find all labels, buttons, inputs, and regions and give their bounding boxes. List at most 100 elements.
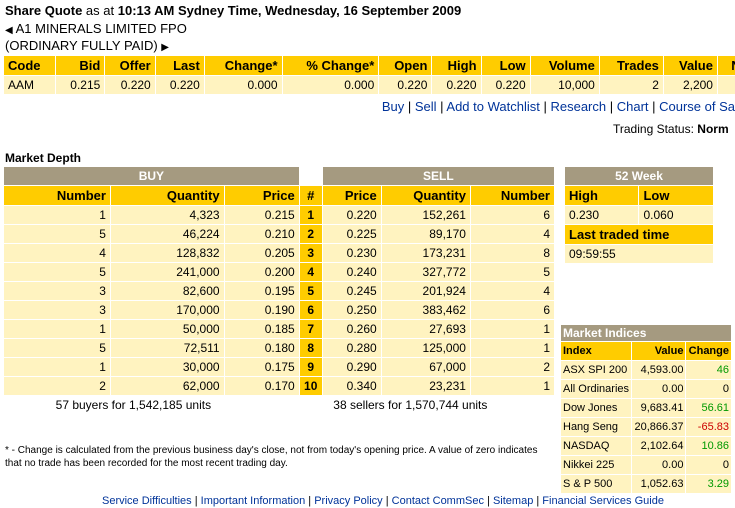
footer-separator: | — [191, 495, 201, 507]
market-indices-table: Market Indices Index Value Change ASX SPI … — [559, 324, 732, 494]
index-row: ASX SPI 200 4,593.00 46 — [559, 360, 732, 380]
link-separator: | — [648, 99, 660, 114]
action-link[interactable]: Course of Sa — [659, 99, 735, 114]
depth-cell: 0.170 — [223, 376, 300, 396]
quote-data-row: AAM 0.215 0.220 0.220 0.000 0.000 0.220 0.220 0.… — [2, 75, 735, 95]
quote-cell: 0.000 — [281, 75, 380, 95]
depth-cell: 4 — [469, 224, 556, 244]
footer-link[interactable]: Service Difficulties — [102, 495, 192, 507]
footer-link[interactable]: Privacy Policy — [314, 495, 382, 507]
next-arrow-icon[interactable]: ▶ — [161, 42, 169, 53]
week52-title: 52 Week — [564, 166, 714, 186]
action-link[interactable]: Sell — [415, 99, 437, 114]
depth-cell: 23,231 — [380, 376, 471, 396]
previous-arrow-icon[interactable]: ◀ — [5, 25, 13, 36]
index-name: Hang Seng — [559, 417, 633, 437]
depth-cell: 4,323 — [109, 205, 225, 225]
quote-cell: 0.220 — [431, 75, 482, 95]
index-change: 46 — [685, 360, 732, 380]
depth-cell: 0.205 — [223, 243, 300, 263]
depth-row: 3 82,600 0.195 5 0.245 201,924 4 — [3, 281, 556, 301]
depth-cell: 82,600 — [109, 281, 225, 301]
footer-separator: | — [305, 495, 315, 507]
depth-header-cell: Price — [321, 185, 382, 206]
action-link[interactable]: Add to Watchlist — [446, 99, 539, 114]
depth-cell: 0.195 — [223, 281, 300, 301]
quote-header-cell: Open — [378, 55, 433, 76]
depth-cell: 0.280 — [321, 338, 382, 358]
depth-cell: 125,000 — [380, 338, 471, 358]
depth-cell: 0.290 — [321, 357, 382, 377]
index-value: 0.00 — [631, 455, 687, 475]
indices-body: ASX SPI 200 4,593.00 46 All Ordinaries 0.00 0… — [559, 360, 732, 494]
depth-cell: 4 — [3, 243, 111, 263]
depth-cell: 8 — [469, 243, 556, 263]
quote-cell — [716, 75, 735, 95]
depth-level: 8 — [298, 338, 323, 358]
depth-cell: 6 — [469, 300, 556, 320]
depth-level: 10 — [298, 376, 323, 396]
index-name: NASDAQ — [559, 436, 633, 456]
depth-header-cell: Price — [223, 185, 300, 206]
depth-row: 1 30,000 0.175 9 0.290 67,000 2 — [3, 357, 556, 377]
depth-row: 5 72,511 0.180 8 0.280 125,000 1 — [3, 338, 556, 358]
depth-cell: 89,170 — [380, 224, 471, 244]
depth-cell: 0.260 — [321, 319, 382, 339]
index-row: NASDAQ 2,102.64 10.86 — [559, 436, 732, 456]
sell-group-label: SELL — [321, 166, 556, 186]
depth-row: 3 170,000 0.190 6 0.250 383,462 6 — [3, 300, 556, 320]
depth-row: 5 46,224 0.210 2 0.225 89,170 4 — [3, 224, 556, 244]
index-row: Dow Jones 9,683.41 56.61 — [559, 398, 732, 418]
depth-cell: 1 — [3, 319, 111, 339]
footer-link[interactable]: Important Information — [201, 495, 306, 507]
action-link[interactable]: Research — [550, 99, 606, 114]
action-link[interactable]: Chart — [617, 99, 649, 114]
depth-row: 2 62,000 0.170 10 0.340 23,231 1 — [3, 376, 556, 396]
depth-cell: 327,772 — [380, 262, 471, 282]
index-name: All Ordinaries — [559, 379, 633, 399]
quote-header-cell: Low — [480, 55, 531, 76]
action-link[interactable]: Buy — [382, 99, 404, 114]
week52-high: 0.230 — [563, 205, 640, 225]
security-type: (ORDINARY FULLY PAID) — [5, 38, 158, 53]
depth-cell: 152,261 — [380, 205, 471, 225]
depth-cell: 0.220 — [321, 205, 382, 225]
market-depth-title: Market Depth — [5, 151, 82, 165]
market-depth-table: BUY SELL Number Quantity Price # Price Quanti… — [3, 166, 556, 415]
footer-link[interactable]: Sitemap — [493, 495, 533, 507]
depth-cell: 0.190 — [223, 300, 300, 320]
footer-link[interactable]: Financial Services Guide — [542, 495, 664, 507]
link-separator: | — [436, 99, 447, 114]
depth-row: 1 50,000 0.185 7 0.260 27,693 1 — [3, 319, 556, 339]
link-separator: | — [404, 99, 415, 114]
depth-cell: 46,224 — [109, 224, 225, 244]
index-change: 10.86 — [685, 436, 732, 456]
index-name: Nikkei 225 — [559, 455, 633, 475]
security-name: A1 MINERALS LIMITED FPO — [15, 21, 187, 36]
quote-header-row: Code Bid Offer Last Change*% Change* Open High… — [2, 55, 735, 76]
depth-cell: 1 — [3, 357, 111, 377]
trading-status-value: Norm — [697, 122, 729, 136]
week52-low-label: Low — [638, 185, 714, 206]
quote-cell: 2 — [598, 75, 664, 95]
quote-cell: 0.220 — [480, 75, 531, 95]
depth-cell: 241,000 — [109, 262, 225, 282]
quote-cell: 10,000 — [529, 75, 600, 95]
depth-header-cell: Quantity — [380, 185, 471, 206]
action-links: Buy | Sell | Add to Watchlist | Research… — [382, 99, 735, 114]
index-name: S & P 500 — [559, 474, 633, 494]
quote-header-cell: New — [716, 55, 735, 76]
depth-cell: 1 — [469, 319, 556, 339]
depth-cell: 5 — [3, 224, 111, 244]
depth-cell: 0.230 — [321, 243, 382, 263]
trading-status-label: Trading Status: — [613, 122, 694, 136]
depth-cell: 62,000 — [109, 376, 225, 396]
link-separator: | — [539, 99, 551, 114]
depth-cell: 5 — [3, 338, 111, 358]
depth-cell: 67,000 — [380, 357, 471, 377]
index-change: 0 — [685, 455, 732, 475]
index-name: Dow Jones — [559, 398, 633, 418]
footer-link[interactable]: Contact CommSec — [392, 495, 484, 507]
depth-summary-row: 57 buyers for 1,542,185 units 38 sellers… — [3, 395, 556, 415]
depth-cell: 30,000 — [109, 357, 225, 377]
